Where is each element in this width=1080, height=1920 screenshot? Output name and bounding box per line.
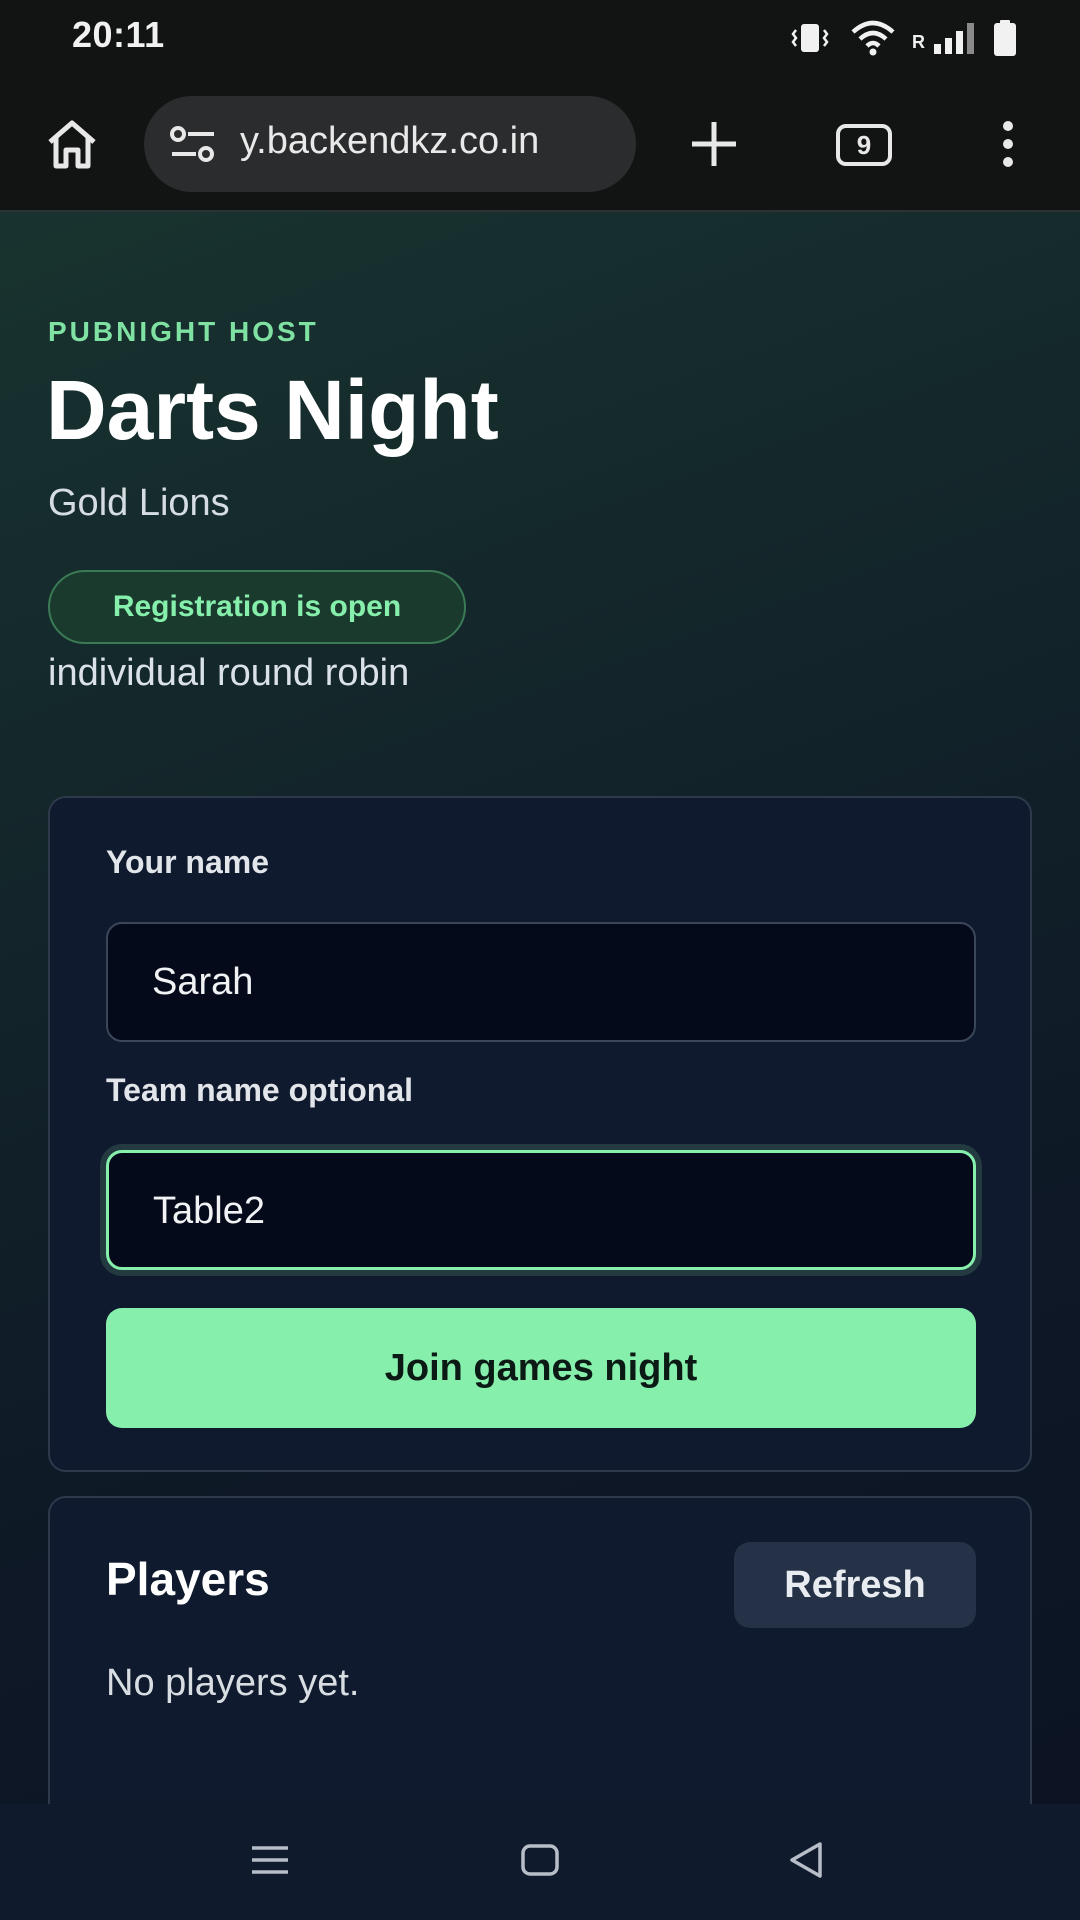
- host-eyebrow: PUBNIGHT HOST: [48, 316, 319, 347]
- wifi-icon: [851, 20, 895, 56]
- signal-icon: [934, 23, 974, 54]
- home-icon[interactable]: [44, 116, 100, 172]
- browser-toolbar: y.backendkz.co.in 9: [0, 76, 1080, 212]
- roaming-indicator: R: [912, 32, 925, 52]
- status-time: 20:11: [72, 14, 165, 55]
- address-bar[interactable]: y.backendkz.co.in: [144, 96, 636, 192]
- name-input[interactable]: Sarah: [106, 922, 976, 1042]
- page-content: PUBNIGHT HOST Darts Night Gold Lions Reg…: [0, 212, 1080, 1804]
- players-title: Players: [106, 1553, 270, 1605]
- game-format: individual round robin: [48, 652, 410, 694]
- status-bar: 20:11 R: [0, 0, 1080, 76]
- site-settings-icon[interactable]: [168, 124, 218, 164]
- refresh-button[interactable]: Refresh: [734, 1542, 976, 1628]
- overflow-menu-icon[interactable]: [994, 118, 1022, 170]
- battery-icon: [994, 20, 1016, 56]
- players-empty-message: No players yet.: [106, 1662, 360, 1704]
- name-label: Your name: [106, 844, 269, 880]
- join-button[interactable]: Join games night: [106, 1308, 976, 1428]
- status-badge: Registration is open: [48, 570, 466, 644]
- recents-menu-icon[interactable]: [250, 1844, 290, 1876]
- page-title: Darts Night: [46, 363, 499, 457]
- new-tab-plus-icon[interactable]: [688, 118, 740, 170]
- back-icon[interactable]: [786, 1840, 826, 1880]
- team-label: Team name optional: [106, 1072, 414, 1108]
- vibrate-icon: [791, 24, 829, 52]
- tab-switcher-icon[interactable]: 9: [836, 124, 892, 166]
- venue-name: Gold Lions: [48, 482, 230, 524]
- home-nav-icon[interactable]: [520, 1842, 560, 1878]
- players-card: Players Refresh No players yet.: [48, 1496, 1032, 1804]
- team-input[interactable]: Table2: [106, 1150, 976, 1270]
- join-form-card: Your name Sarah Team name optional Table…: [48, 796, 1032, 1472]
- url-text[interactable]: y.backendkz.co.in: [240, 120, 539, 163]
- system-nav-bar: [0, 1804, 1080, 1920]
